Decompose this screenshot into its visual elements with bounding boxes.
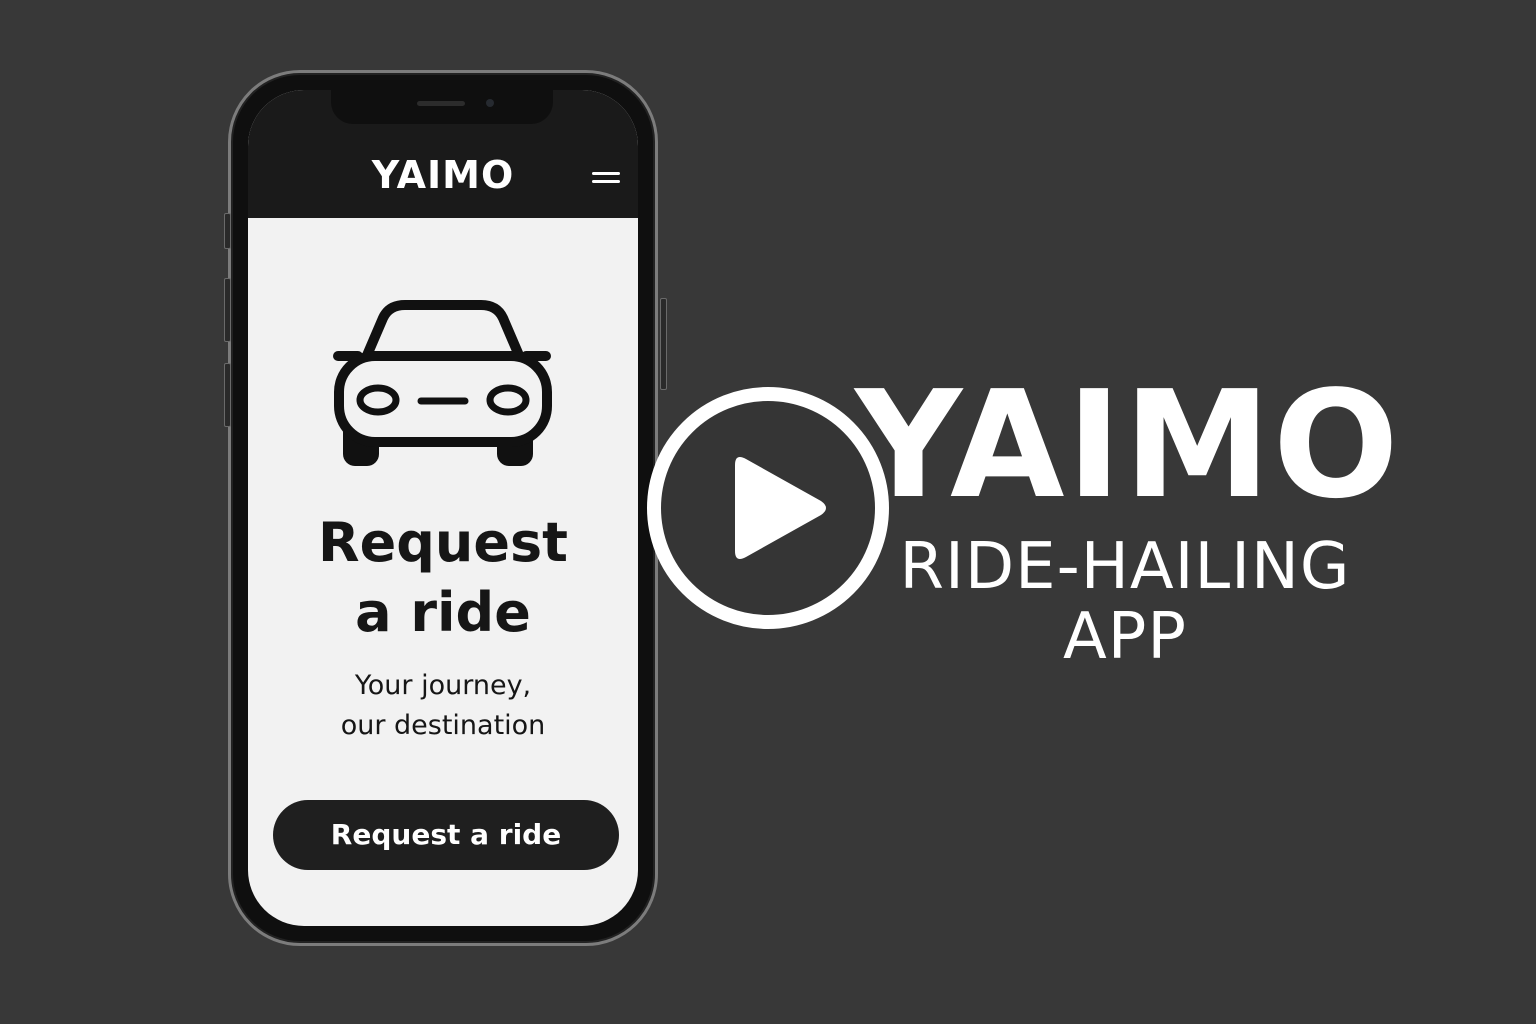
phone-silent-switch (224, 213, 231, 249)
phone-screen: YAIMO Request a ride Your journey, our d… (248, 90, 638, 926)
phone-power-button (660, 298, 667, 390)
brand-subtitle-line-1: RIDE-HAILING (899, 530, 1351, 604)
phone-volume-down-button (224, 363, 231, 427)
front-camera (486, 99, 494, 107)
phone-volume-up-button (224, 278, 231, 342)
headline-line-2: a ride (355, 581, 531, 644)
tagline: Your journey, our destination (248, 666, 638, 746)
headline-line-1: Request (318, 511, 568, 574)
brand-subtitle-line-2: APP (1063, 600, 1187, 674)
tagline-line-2: our destination (340, 710, 546, 741)
tagline-line-1: Your journey, (354, 670, 532, 701)
car-icon (333, 300, 552, 466)
request-ride-button[interactable]: Request a ride (273, 800, 619, 870)
earpiece-speaker (417, 101, 465, 106)
headline: Request a ride (248, 508, 638, 648)
phone-notch (331, 90, 553, 124)
brand-title: YAIMO (855, 359, 1401, 531)
app-title: YAIMO (371, 153, 515, 197)
promo-stage: YAIMO Request a ride Your journey, our d… (0, 0, 1536, 1024)
phone-mockup: YAIMO Request a ride Your journey, our d… (224, 70, 667, 946)
hamburger-menu-icon[interactable] (588, 162, 624, 192)
brand-subtitle: RIDE-HAILING APP (870, 532, 1380, 672)
